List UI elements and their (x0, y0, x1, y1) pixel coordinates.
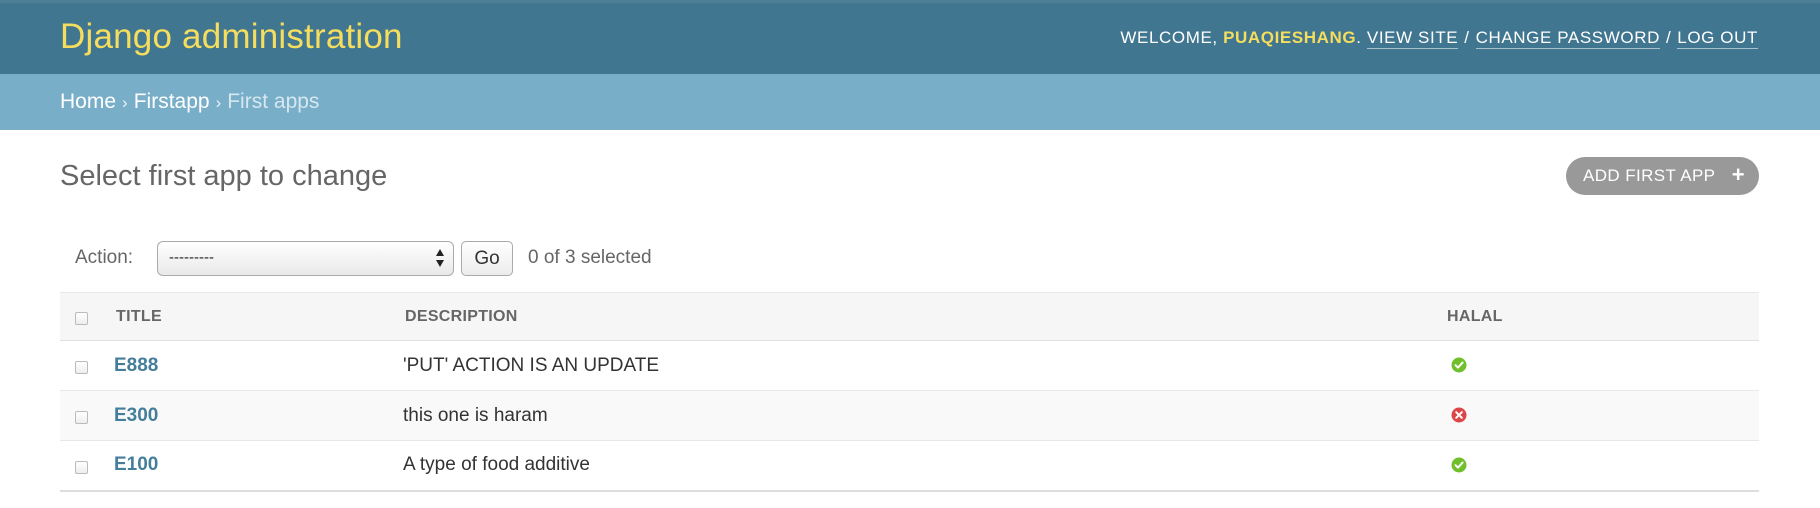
breadcrumb: Home › Firstapp › First apps (0, 74, 1820, 130)
plus-icon: + (1731, 162, 1745, 187)
change-password-link[interactable]: CHANGE PASSWORD (1475, 28, 1660, 49)
add-first-app-button[interactable]: ADD FIRST APP + (1566, 157, 1759, 195)
table-row: E300 this one is haram (60, 390, 1759, 441)
go-button[interactable]: Go (461, 241, 513, 276)
description-cell: 'PUT' ACTION IS AN UPDATE (403, 340, 1447, 391)
site-header: Django administration WELCOME, PUAQIESHA… (0, 0, 1820, 74)
select-all-checkbox[interactable] (75, 311, 88, 325)
row-title-link[interactable]: E888 (114, 355, 158, 376)
selection-counter: 0 of 3 selected (528, 247, 652, 268)
halal-cell (1447, 440, 1759, 492)
breadcrumb-separator: › (215, 93, 222, 112)
breadcrumb-app[interactable]: Firstapp (134, 90, 210, 113)
row-title-link[interactable]: E300 (114, 405, 158, 426)
username: PUAQIESHANG (1223, 28, 1357, 47)
title-cell: E300 (114, 390, 405, 441)
welcome-period: . (1356, 28, 1362, 47)
yes-icon (1451, 457, 1467, 473)
description-cell: this one is haram (403, 390, 1447, 441)
separator: / (1464, 28, 1470, 47)
select-all-cell (60, 292, 116, 341)
add-button-label: ADD FIRST APP (1583, 166, 1716, 185)
action-select[interactable]: --------- (157, 241, 454, 276)
column-header-title[interactable]: TITLE (116, 292, 405, 341)
description-cell: A type of food additive (403, 440, 1447, 492)
view-site-link[interactable]: VIEW SITE (1366, 28, 1459, 49)
table-row: E100 A type of food additive (60, 440, 1759, 492)
column-header-halal[interactable]: HALAL (1447, 292, 1759, 341)
title-cell: E888 (114, 340, 405, 391)
row-checkbox[interactable] (75, 460, 88, 474)
row-checkbox[interactable] (75, 360, 88, 374)
separator: / (1665, 28, 1672, 47)
column-header-description[interactable]: DESCRIPTION (405, 292, 1447, 341)
yes-icon (1451, 357, 1467, 373)
action-selected-option: --------- (169, 249, 214, 266)
results-table: TITLE DESCRIPTION HALAL E888 'PUT' ACTIO… (60, 292, 1759, 492)
halal-cell (1447, 340, 1759, 391)
row-checkbox-cell (60, 440, 116, 492)
halal-cell (1447, 390, 1759, 441)
select-arrows-icon (436, 249, 444, 267)
breadcrumb-current: First apps (227, 90, 320, 113)
table-header-row: TITLE DESCRIPTION HALAL (60, 292, 1759, 341)
row-checkbox-cell (60, 340, 116, 391)
page-title: Select first app to change (60, 160, 388, 192)
action-label: Action: (75, 247, 134, 268)
title-cell: E100 (114, 440, 405, 492)
row-checkbox-cell (60, 390, 116, 441)
breadcrumb-separator: › (122, 93, 128, 112)
actions-bar: Action: --------- Go 0 of 3 selected (60, 230, 1759, 292)
table-row: E888 'PUT' ACTION IS AN UPDATE (60, 340, 1759, 391)
row-title-link[interactable]: E100 (114, 454, 158, 475)
user-tools: WELCOME, PUAQIESHANG. VIEW SITE / CHANGE P… (1120, 28, 1758, 49)
row-checkbox[interactable] (75, 410, 88, 424)
log-out-link[interactable]: LOG OUT (1677, 28, 1758, 49)
no-icon (1451, 407, 1467, 423)
breadcrumb-home[interactable]: Home (60, 90, 116, 113)
welcome-text: WELCOME, (1120, 28, 1224, 47)
site-branding[interactable]: Django administration (60, 17, 403, 57)
